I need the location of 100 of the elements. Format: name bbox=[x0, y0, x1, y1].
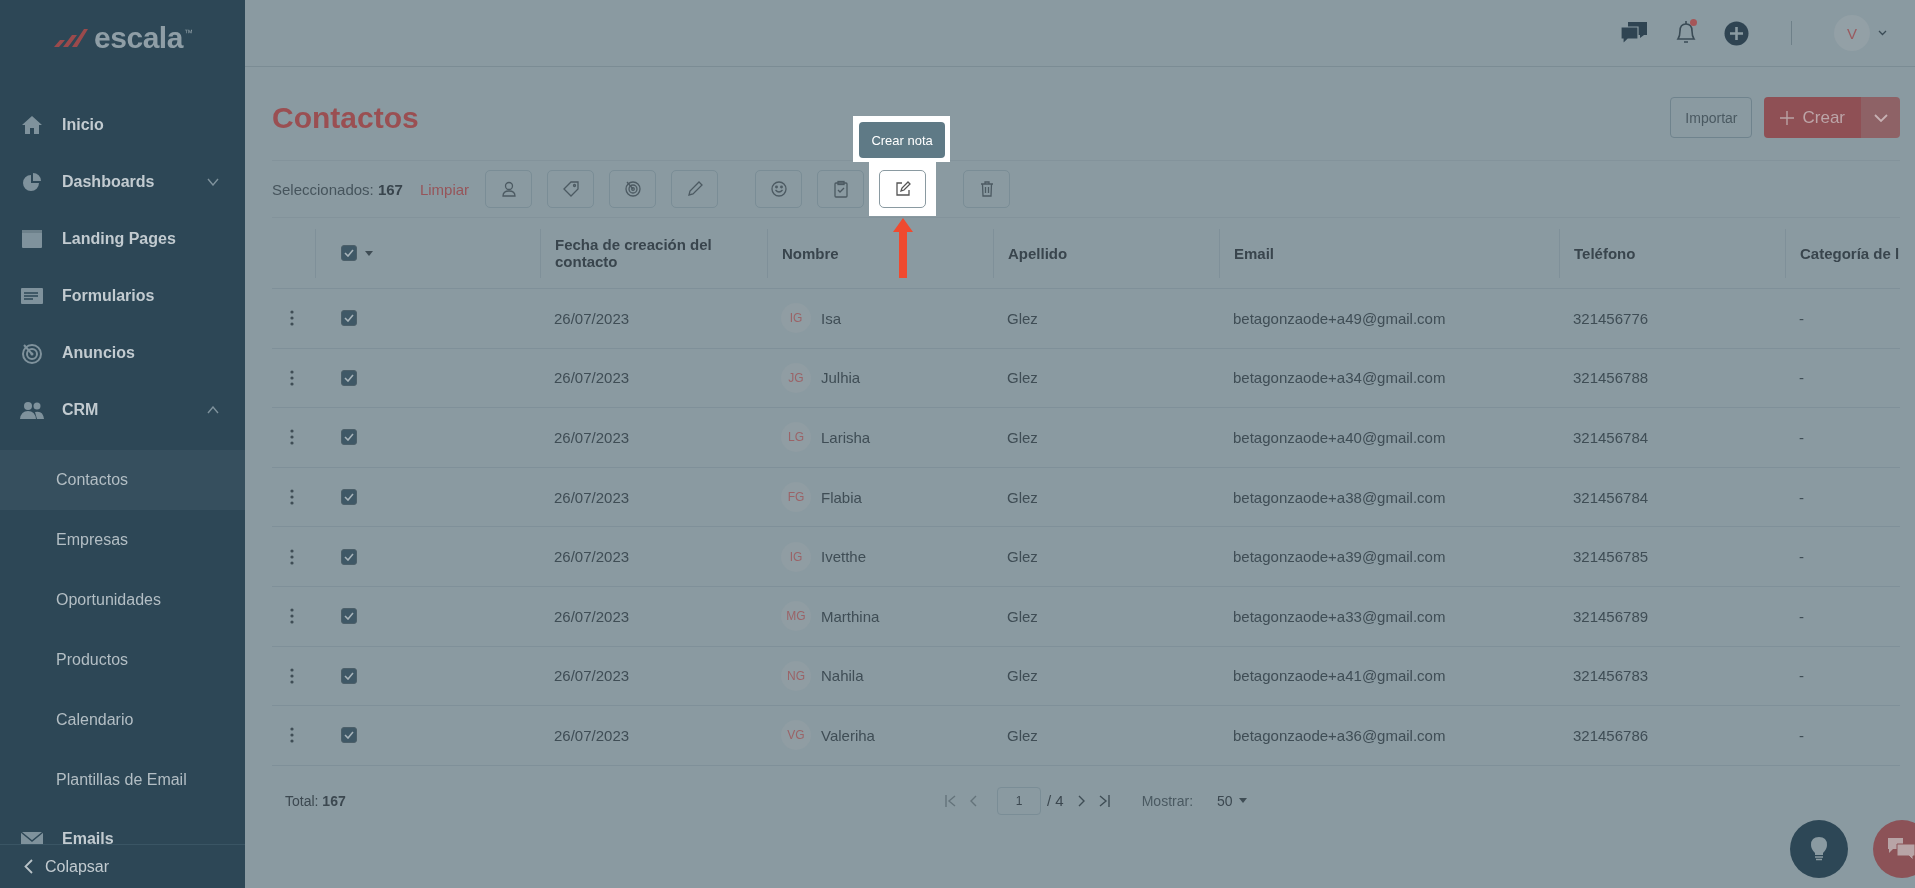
more-icon[interactable] bbox=[290, 429, 294, 446]
table-cell: Glez bbox=[1007, 488, 1038, 506]
add-icon[interactable] bbox=[1724, 20, 1749, 46]
sidebar-item[interactable]: CRM bbox=[0, 381, 245, 438]
table-cell: Julhia bbox=[821, 369, 861, 387]
caret-icon[interactable] bbox=[365, 250, 373, 256]
caret-icon[interactable] bbox=[1878, 30, 1887, 36]
sidebar-subitem[interactable]: Calendario bbox=[0, 690, 245, 750]
table-cell: Glez bbox=[1007, 726, 1038, 744]
row-checkbox[interactable] bbox=[341, 369, 357, 386]
logo-icon bbox=[52, 28, 89, 48]
more-icon[interactable] bbox=[290, 369, 294, 386]
table-cell: Glez bbox=[1007, 607, 1038, 625]
row-checkbox[interactable] bbox=[341, 608, 357, 625]
row-checkbox[interactable] bbox=[341, 727, 357, 744]
table-cell: 26/07/2023 bbox=[554, 726, 630, 744]
trash-action-button[interactable] bbox=[963, 170, 1011, 208]
sidebar-item[interactable]: Landing Pages bbox=[0, 210, 245, 267]
more-icon[interactable] bbox=[290, 310, 294, 327]
more-icon[interactable] bbox=[290, 489, 294, 506]
sidebar-item[interactable]: Anuncios bbox=[0, 324, 245, 381]
checkmark-icon bbox=[344, 731, 354, 740]
avatar-initials: VG bbox=[781, 720, 811, 751]
sidebar-subitem[interactable]: Oportunidades bbox=[0, 570, 245, 630]
column-header[interactable]: Teléfono bbox=[1574, 244, 1636, 262]
sidebar-item[interactable]: Formularios bbox=[0, 267, 245, 324]
page-size-select[interactable]: 50 bbox=[1217, 792, 1233, 809]
home-icon bbox=[20, 113, 44, 136]
table-cell: Flabia bbox=[821, 488, 862, 506]
sidebar-item[interactable]: Inicio bbox=[0, 96, 245, 153]
select-all-checkbox[interactable] bbox=[341, 245, 357, 261]
column-header[interactable]: Fecha de creación del contacto bbox=[555, 236, 767, 270]
table-cell: - bbox=[1799, 488, 1804, 506]
show-label: Mostrar: bbox=[1141, 792, 1194, 809]
table-cell: betagonzaode+a39@gmail.com bbox=[1233, 548, 1446, 566]
sidebar-subitem[interactable]: Contactos bbox=[0, 450, 245, 510]
chat-button[interactable] bbox=[1873, 820, 1915, 878]
next-page-icon[interactable] bbox=[1077, 794, 1085, 807]
table-cell: Glez bbox=[1007, 369, 1038, 387]
more-icon[interactable] bbox=[290, 667, 294, 684]
avatar-initials: IG bbox=[781, 303, 811, 334]
table-cell: betagonzaode+a38@gmail.com bbox=[1233, 488, 1446, 506]
pie-icon bbox=[20, 170, 44, 193]
table-cell: Marthina bbox=[821, 607, 880, 625]
checkmark-icon bbox=[344, 552, 354, 561]
more-icon[interactable] bbox=[290, 548, 294, 565]
caret-icon[interactable] bbox=[1238, 798, 1247, 804]
more-icon[interactable] bbox=[290, 727, 294, 744]
sidebar-subitem[interactable]: Productos bbox=[0, 630, 245, 690]
create-button[interactable]: Crear bbox=[1764, 97, 1861, 138]
row-checkbox[interactable] bbox=[341, 667, 357, 684]
target-icon bbox=[20, 341, 44, 364]
checkmark-icon bbox=[344, 493, 354, 502]
table-cell: betagonzaode+a33@gmail.com bbox=[1233, 607, 1446, 625]
sidebar-subitem[interactable]: Empresas bbox=[0, 510, 245, 570]
page-count: / 4 bbox=[1047, 792, 1064, 810]
sidebar-subitem[interactable]: Plantillas de Email bbox=[0, 750, 245, 810]
total-count: Total: 167 bbox=[285, 792, 347, 809]
bell-icon[interactable] bbox=[1674, 20, 1698, 46]
column-header[interactable]: Apellido bbox=[1008, 244, 1068, 262]
lightbulb-icon bbox=[1810, 836, 1828, 862]
table-cell: 26/07/2023 bbox=[554, 429, 630, 446]
checkmark-icon bbox=[344, 612, 354, 621]
user-action-button[interactable] bbox=[485, 170, 533, 208]
row-checkbox[interactable] bbox=[341, 489, 357, 506]
table-cell: betagonzaode+a34@gmail.com bbox=[1233, 369, 1446, 387]
tag-icon bbox=[561, 180, 580, 198]
table-cell: 321456789 bbox=[1573, 607, 1649, 625]
create-dropdown-button[interactable] bbox=[1861, 97, 1900, 138]
row-checkbox[interactable] bbox=[341, 310, 357, 327]
row-checkbox[interactable] bbox=[341, 429, 357, 446]
table-cell: Glez bbox=[1007, 548, 1038, 566]
smile-action-button[interactable] bbox=[755, 170, 803, 208]
pencil-icon bbox=[685, 180, 704, 198]
target-action-button[interactable] bbox=[609, 170, 657, 208]
row-checkbox[interactable] bbox=[341, 548, 357, 565]
table-cell: 26/07/2023 bbox=[554, 548, 630, 566]
column-header[interactable]: Email bbox=[1234, 244, 1275, 262]
table-cell: - bbox=[1799, 726, 1804, 744]
sidebar-item[interactable]: Dashboards bbox=[0, 153, 245, 210]
tips-button[interactable] bbox=[1790, 820, 1848, 878]
table-cell: 26/07/2023 bbox=[554, 369, 630, 387]
note-icon bbox=[893, 180, 912, 198]
more-icon[interactable] bbox=[290, 608, 294, 625]
plus-icon bbox=[1780, 110, 1795, 125]
avatar-initials: MG bbox=[781, 601, 811, 632]
note-action-button[interactable] bbox=[879, 170, 927, 208]
column-header[interactable]: Nombre bbox=[782, 244, 839, 262]
table-cell: betagonzaode+a49@gmail.com bbox=[1233, 309, 1446, 327]
checkmark-icon bbox=[344, 671, 354, 680]
tag-action-button[interactable] bbox=[547, 170, 595, 208]
page-input[interactable]: 1 bbox=[997, 786, 1041, 815]
chat-icon[interactable] bbox=[1620, 20, 1648, 46]
clipboard-action-button[interactable] bbox=[817, 170, 865, 208]
table-cell: 321456783 bbox=[1573, 667, 1649, 685]
last-page-icon[interactable] bbox=[1098, 794, 1110, 807]
column-header[interactable]: Categoría de l bbox=[1800, 244, 1900, 262]
table-cell: 321456776 bbox=[1573, 309, 1649, 327]
user-icon bbox=[499, 180, 518, 198]
table-cell: betagonzaode+a40@gmail.com bbox=[1233, 429, 1446, 446]
